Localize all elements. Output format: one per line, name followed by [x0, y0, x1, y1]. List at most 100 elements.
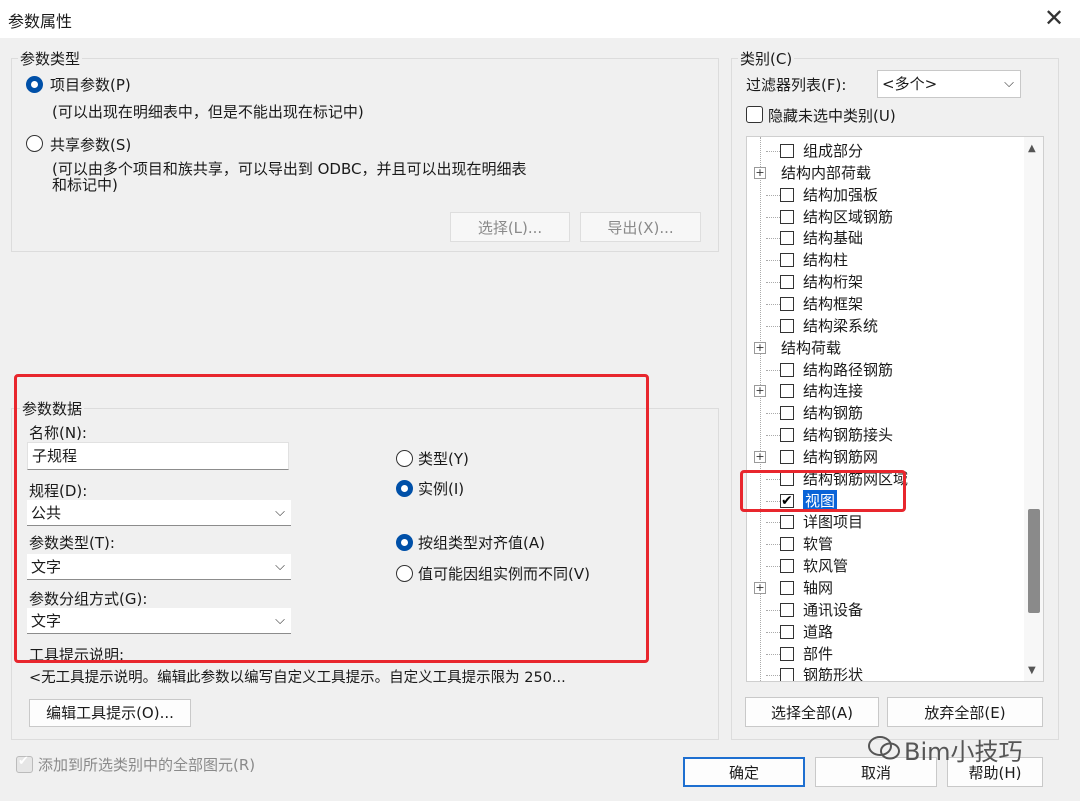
- export-button[interactable]: 导出(X)...: [580, 212, 701, 242]
- tree-item[interactable]: 结构加强板: [747, 184, 1025, 206]
- deselect-all-button[interactable]: 放弃全部(E): [887, 697, 1043, 727]
- shared-param-label: 共享参数(S): [50, 136, 132, 154]
- project-param-radio[interactable]: [26, 76, 43, 93]
- tree-item-checkbox[interactable]: [780, 406, 794, 421]
- tree-item[interactable]: 道路: [747, 621, 1025, 643]
- tree-item[interactable]: 结构框架: [747, 293, 1025, 315]
- tree-item[interactable]: 结构区域钢筋: [747, 206, 1025, 228]
- hide-unchecked-label: 隐藏未选中类别(U): [768, 107, 896, 125]
- tree-item[interactable]: 软管: [747, 533, 1025, 555]
- tree-item[interactable]: + 结构钢筋网: [747, 446, 1025, 468]
- tree-item[interactable]: 详图项目: [747, 511, 1025, 533]
- tree-connector: [766, 238, 780, 240]
- tree-connector: [766, 151, 780, 152]
- tree-item[interactable]: 通讯设备: [747, 599, 1025, 621]
- tree-item-label: 钢筋形状: [803, 666, 864, 682]
- window-title: 参数属性: [8, 12, 73, 31]
- tree-item-label: 详图项目: [803, 513, 864, 532]
- tree-item-checkbox[interactable]: [780, 668, 794, 681]
- tree-item[interactable]: 结构梁系统: [747, 315, 1025, 337]
- tree-item-checkbox[interactable]: [780, 581, 794, 595]
- tree-connector: [766, 544, 780, 546]
- tree-item-label: 结构桁架: [803, 273, 864, 292]
- categories-legend: 类别(C): [738, 48, 795, 69]
- tree-item-label: 结构钢筋接头: [803, 426, 894, 445]
- tree-item[interactable]: + 结构内部荷载: [747, 162, 1025, 184]
- filter-label: 过滤器列表(F):: [746, 76, 847, 94]
- tree-connector: [766, 325, 780, 327]
- tree-item-checkbox[interactable]: [780, 515, 794, 530]
- tree-item-label: 组成部分: [803, 142, 864, 160]
- tree-connector: [766, 435, 780, 437]
- tree-item-label: 结构钢筋: [803, 404, 864, 423]
- project-param-desc: (可以出现在明细表中，但是不能出现在标记中): [52, 103, 364, 121]
- tree-item[interactable]: 结构柱: [747, 249, 1025, 271]
- tree-connector: [766, 282, 780, 284]
- tree-item[interactable]: 软风管: [747, 555, 1025, 577]
- tree-item[interactable]: 结构钢筋接头: [747, 424, 1025, 446]
- tooltip-text: <无工具提示说明。编辑此参数以编写自定义工具提示。自定义工具提示限为 250..…: [29, 670, 566, 686]
- tree-item-label: 软风管: [803, 557, 849, 576]
- shared-param-radio[interactable]: [26, 135, 43, 152]
- select-button[interactable]: 选择(L)...: [450, 212, 570, 242]
- tree-item-checkbox[interactable]: [780, 602, 794, 617]
- category-tree[interactable]: 组成部分 + 结构内部荷载 结构加强板结构区域钢筋 结构基础 结构柱结构桁架 结构框架 结构梁…: [746, 136, 1044, 682]
- tree-connector: [766, 260, 780, 262]
- tree-item[interactable]: 结构基础: [747, 227, 1025, 249]
- expand-icon[interactable]: +: [754, 450, 766, 463]
- scroll-down-icon[interactable]: ▼: [1028, 665, 1036, 676]
- tree-connector: [766, 653, 780, 655]
- tree-item[interactable]: 结构路径钢筋: [747, 359, 1025, 381]
- hide-unchecked-checkbox[interactable]: [746, 106, 763, 123]
- tree-item-label: 结构区域钢筋: [803, 207, 894, 226]
- tree-item-checkbox[interactable]: [780, 646, 794, 661]
- tree-item-checkbox[interactable]: [780, 253, 794, 268]
- scroll-thumb[interactable]: [1028, 509, 1040, 613]
- edit-tooltip-button[interactable]: 编辑工具提示(O)...: [29, 699, 191, 727]
- tree-item-checkbox[interactable]: [780, 318, 794, 333]
- expand-icon[interactable]: +: [754, 385, 766, 398]
- tree-item-checkbox[interactable]: [780, 384, 794, 399]
- tree-item[interactable]: 结构钢筋: [747, 402, 1025, 424]
- select-all-button[interactable]: 选择全部(A): [745, 697, 879, 727]
- expand-icon[interactable]: +: [754, 582, 766, 594]
- scroll-up-icon[interactable]: ▲: [1028, 143, 1036, 154]
- tree-item-label: 部件: [803, 644, 834, 663]
- tree-connector: [766, 631, 780, 633]
- tree-connector: [766, 216, 780, 218]
- tree-item-label: 结构荷载: [781, 338, 842, 357]
- tree-item-checkbox[interactable]: [780, 209, 794, 224]
- expand-icon[interactable]: +: [754, 166, 766, 179]
- tree-item-checkbox[interactable]: [780, 537, 794, 552]
- tree-item[interactable]: + 结构荷载: [747, 337, 1025, 359]
- add-to-all-checkbox[interactable]: [16, 754, 33, 773]
- close-icon[interactable]: ✕: [1040, 4, 1068, 32]
- tree-item-checkbox[interactable]: [780, 428, 794, 443]
- tree-item-checkbox[interactable]: [780, 231, 794, 246]
- tree-item-checkbox[interactable]: [780, 187, 794, 202]
- tree-item[interactable]: + 轴网: [747, 577, 1025, 599]
- tree-item[interactable]: 组成部分: [747, 140, 1025, 162]
- tree-item-label: 结构加强板: [803, 185, 879, 204]
- tree-item[interactable]: 部件: [747, 643, 1025, 665]
- tree-connector: [766, 369, 780, 371]
- tree-item[interactable]: 钢筋形状: [747, 664, 1025, 682]
- dialog-body: 参数类型 项目参数(P) (可以出现在明细表中，但是不能出现在标记中) 共享参数…: [0, 38, 1080, 801]
- tree-connector: [766, 566, 780, 568]
- tree-item-checkbox[interactable]: [780, 275, 794, 290]
- tree-item-checkbox[interactable]: [780, 296, 794, 311]
- ok-button[interactable]: 确定: [683, 757, 805, 787]
- tree-scrollbar[interactable]: ▲ ▼: [1024, 137, 1043, 681]
- tree-item-checkbox[interactable]: [780, 624, 794, 639]
- expand-icon[interactable]: +: [754, 341, 766, 354]
- tree-item-checkbox[interactable]: [780, 362, 794, 377]
- tree-item-label: 结构梁系统: [803, 316, 879, 335]
- tree-item-checkbox[interactable]: [780, 449, 794, 464]
- tree-item-checkbox[interactable]: [780, 559, 794, 574]
- filter-select[interactable]: <多个> ⌵: [877, 70, 1021, 98]
- tree-connector: [766, 522, 780, 524]
- param-type-legend: 参数类型: [18, 48, 83, 69]
- tree-item-checkbox[interactable]: [780, 144, 794, 158]
- tree-item[interactable]: + 结构连接: [747, 380, 1025, 402]
- tree-item[interactable]: 结构桁架: [747, 271, 1025, 293]
